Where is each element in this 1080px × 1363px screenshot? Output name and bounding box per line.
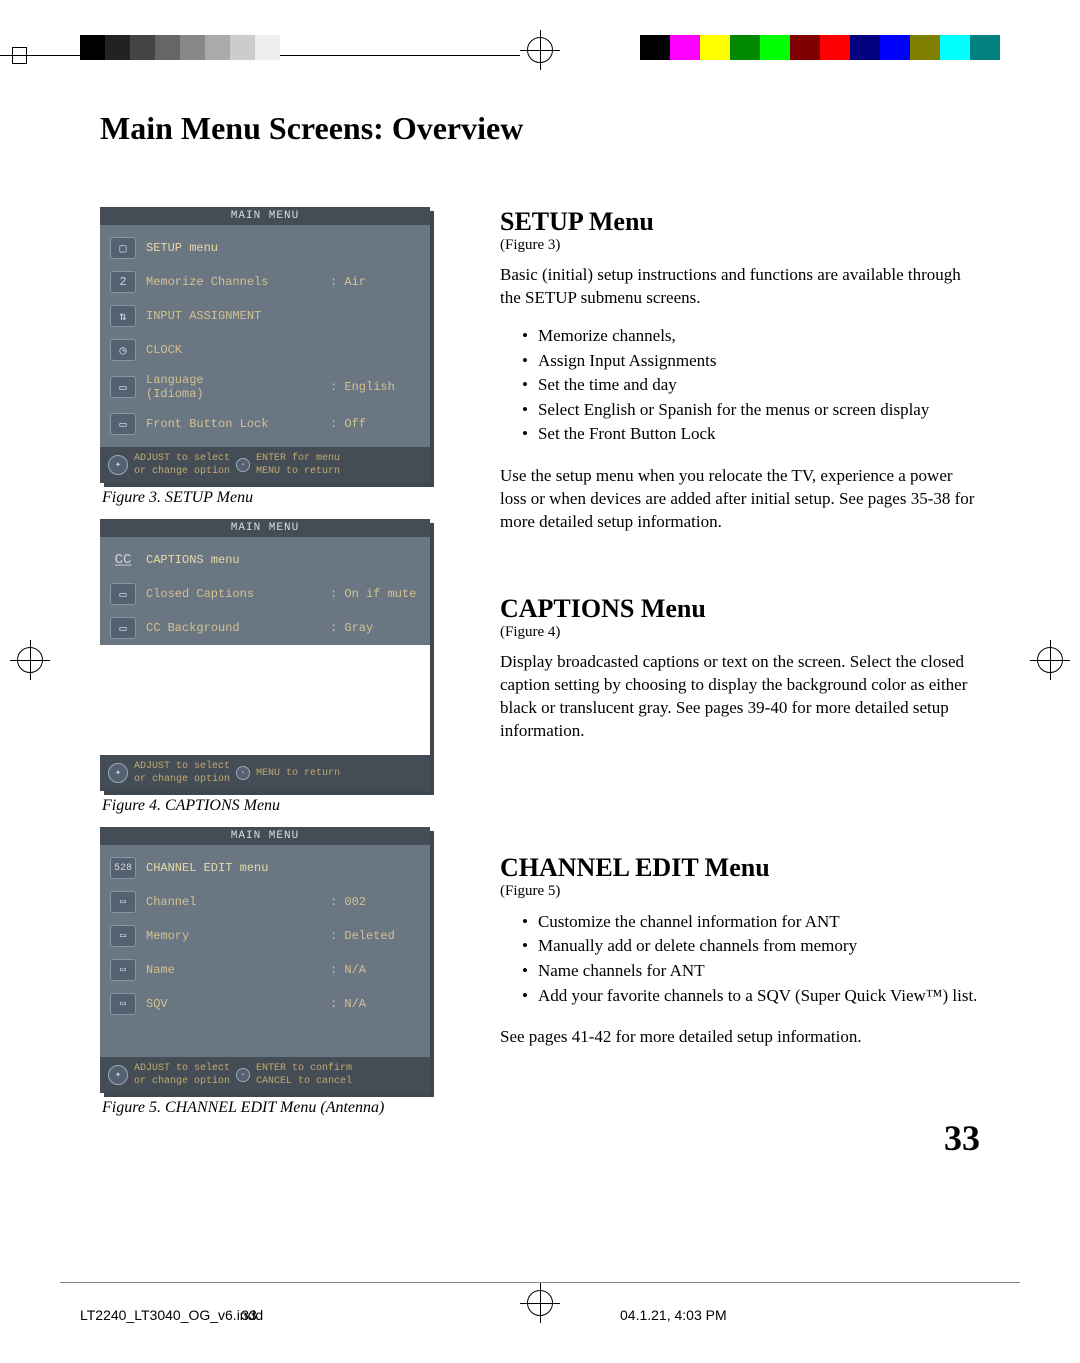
setup-figref: (Figure 3) — [500, 237, 980, 254]
crop-box — [12, 47, 27, 64]
registration-mark-icon — [10, 640, 50, 680]
captions-para: Display broadcasted captions or text on … — [500, 651, 980, 743]
box-icon: ▭ — [110, 959, 136, 981]
button-icon — [236, 766, 250, 780]
page-content: Main Menu Screens: Overview MAIN MENU ▢S… — [100, 110, 980, 1129]
osd-footer: ADJUST to select or change option ENTER … — [100, 1057, 430, 1093]
button-icon — [236, 1068, 250, 1082]
setup-bullets: Memorize channels, Assign Input Assignme… — [500, 324, 980, 447]
channel-section: CHANNEL EDIT Menu (Figure 5) Customize t… — [500, 853, 980, 1050]
channel-icon: 528 — [110, 857, 136, 879]
figure-5-caption: Figure 5. CHANNEL EDIT Menu (Antenna) — [102, 1099, 460, 1117]
box-icon: ▭ — [110, 993, 136, 1015]
list-item: Select English or Spanish for the menus … — [540, 398, 980, 423]
arrows-icon: ⇅ — [110, 305, 136, 327]
text-column: SETUP Menu (Figure 3) Basic (initial) se… — [500, 207, 980, 1129]
list-item: Set the time and day — [540, 373, 980, 398]
setup-section: SETUP Menu (Figure 3) Basic (initial) se… — [500, 207, 980, 534]
grayscale-bar — [80, 35, 280, 60]
osd-footer: ADJUST to select or change option ENTER … — [100, 447, 430, 483]
list-item: Name channels for ANT — [540, 959, 980, 984]
osd-title: MAIN MENU — [100, 827, 430, 845]
box-icon: ▭ — [110, 413, 136, 435]
figure-3-caption: Figure 3. SETUP Menu — [102, 489, 460, 507]
footer-rule — [60, 1282, 1020, 1283]
box-icon: ▭ — [110, 583, 136, 605]
captions-section: CAPTIONS Menu (Figure 4) Display broadca… — [500, 594, 980, 743]
crop-rule — [0, 55, 520, 56]
figure-4-caption: Figure 4. CAPTIONS Menu — [102, 797, 460, 815]
box-icon: ▭ — [110, 891, 136, 913]
list-item: Add your favorite channels to a SQV (Sup… — [540, 984, 980, 1009]
setup-para2: Use the setup menu when you relocate the… — [500, 465, 980, 534]
figure-4-osd: MAIN MENU C̲C̲CAPTIONS menu ▭Closed Capt… — [100, 519, 430, 791]
color-bar — [640, 35, 1000, 60]
page-title: Main Menu Screens: Overview — [100, 110, 980, 147]
channel-para2: See pages 41-42 for more detailed setup … — [500, 1026, 980, 1049]
channel-figref: (Figure 5) — [500, 883, 980, 900]
box-icon: ▭ — [110, 376, 136, 398]
clock-icon: ◷ — [110, 339, 136, 361]
figure-3-osd: MAIN MENU ▢SETUP menu 2Memorize Channels… — [100, 207, 430, 483]
tv-icon: ▢ — [110, 237, 136, 259]
footer-filename: LT2240_LT3040_OG_v6.indd33 — [80, 1307, 257, 1323]
list-item: Set the Front Button Lock — [540, 422, 980, 447]
osd-footer: ADJUST to select or change option MENU t… — [100, 755, 430, 791]
page-number: 33 — [944, 1117, 980, 1159]
registration-mark-icon — [520, 30, 560, 70]
captions-heading: CAPTIONS Menu — [500, 594, 980, 624]
setup-para1: Basic (initial) setup instructions and f… — [500, 264, 980, 310]
list-item: Customize the channel information for AN… — [540, 910, 980, 935]
list-item: Manually add or delete channels from mem… — [540, 934, 980, 959]
channel-heading: CHANNEL EDIT Menu — [500, 853, 980, 883]
document-footer: LT2240_LT3040_OG_v6.indd33 04.1.21, 4:03… — [80, 1307, 1000, 1323]
cc-icon: C̲C̲ — [110, 549, 136, 571]
button-icon — [236, 458, 250, 472]
osd-title: MAIN MENU — [100, 207, 430, 225]
setup-heading: SETUP Menu — [500, 207, 980, 237]
registration-mark-icon — [1030, 640, 1070, 680]
box-icon: ▭ — [110, 925, 136, 947]
dpad-icon — [108, 763, 128, 783]
osd-title: MAIN MENU — [100, 519, 430, 537]
list-item: Memorize channels, — [540, 324, 980, 349]
list-item: Assign Input Assignments — [540, 349, 980, 374]
box-icon: ▭ — [110, 617, 136, 639]
captions-figref: (Figure 4) — [500, 624, 980, 641]
dpad-icon — [108, 1065, 128, 1085]
antenna-icon: 2 — [110, 271, 136, 293]
footer-timestamp: 04.1.21, 4:03 PM — [620, 1307, 727, 1323]
figure-5-osd: MAIN MENU 528CHANNEL EDIT menu ▭Channel:… — [100, 827, 430, 1093]
dpad-icon — [108, 455, 128, 475]
figures-column: MAIN MENU ▢SETUP menu 2Memorize Channels… — [100, 207, 460, 1129]
channel-bullets: Customize the channel information for AN… — [500, 910, 980, 1009]
